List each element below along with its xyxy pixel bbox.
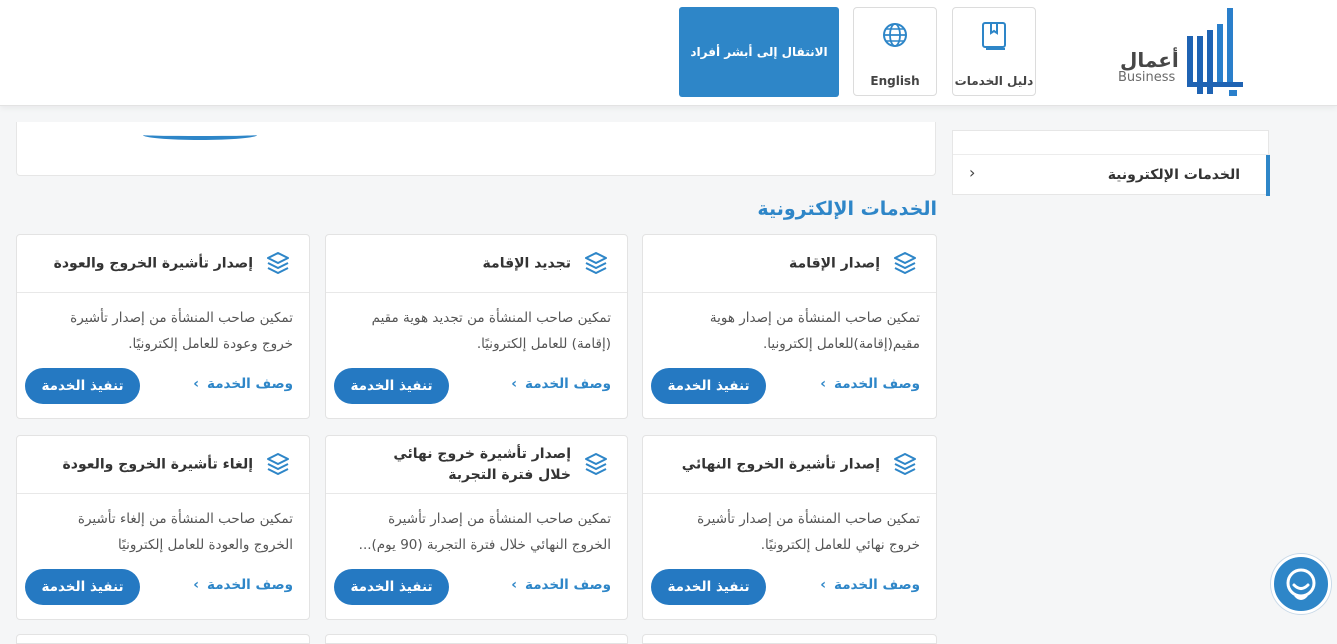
link-label: وصف الخدمة [834,376,920,392]
services-guide-label: دليل الخدمات [954,74,1034,88]
card-title: إلغاء تأشيرة الخروج والعودة [62,456,254,472]
absher-business-logo[interactable]: أعمال Business [1117,8,1247,96]
section-title: الخدمات الإلكترونية [757,198,937,220]
card-description-line: تمكين صاحب المنشأة من تجديد هوية مقيم [371,310,611,326]
layers-icon [894,453,916,475]
card-header: إلغاء تأشيرة الخروج والعودة [17,436,309,494]
logo-arabic-text: أعمال [1120,48,1179,72]
partial-button[interactable] [143,130,257,140]
link-label: وصف الخدمة [525,577,611,593]
card-description-line: مقيم(إقامة)للعامل إلكترونيا. [763,336,920,352]
card-description: تمكين صاحب المنشأة من إصدار تأشيرة خروج … [29,305,293,357]
service-description-link[interactable]: وصف الخدمة › [820,577,920,593]
chevron-left-icon: › [193,376,200,392]
card-description-line: خروج وعودة للعامل إلكترونيًا. [128,336,293,352]
card-title: إصدار تأشيرة الخروج النهائي [681,456,880,472]
card-description-line: تمكين صاحب المنشأة من إصدار تأشيرة [388,511,611,527]
chevron-left-icon: › [511,376,518,392]
card-description-line: تمكين صاحب المنشأة من إصدار هوية [709,310,920,326]
card-header: إصدار تأشيرة الخروج النهائي [643,436,936,494]
logo-english-text: Business [1118,70,1176,85]
book-icon [982,22,1006,50]
execute-service-button[interactable]: تنفيذ الخدمة [651,368,766,404]
service-card-issue-iqama: إصدار الإقامة تمكين صاحب المنشأة من إصدا… [642,234,937,419]
execute-service-button[interactable]: تنفيذ الخدمة [25,368,140,404]
service-description-link[interactable]: وصف الخدمة › [511,376,611,392]
layers-icon [585,453,607,475]
service-card-exit-reentry-visa: إصدار تأشيرة الخروج والعودة تمكين صاحب ا… [16,234,310,419]
card-description: تمكين صاحب المنشأة من تجديد هوية مقيم (إ… [338,305,611,357]
card-description-line: تمكين صاحب المنشأة من إصدار تأشيرة [697,511,920,527]
card-description-line: الخروج والعودة للعامل إلكترونيًا [117,537,293,553]
service-card-final-exit-probation: إصدار تأشيرة خروج نهائي خلال فترة التجرب… [325,435,628,620]
top-header: أعمال Business دليل الخدمات English الان… [0,0,1337,106]
card-header: تجديد الإقامة [326,235,627,293]
service-card-renew-iqama: تجديد الإقامة تمكين صاحب المنشأة من تجدي… [325,234,628,419]
service-card-cancel-exit-reentry: إلغاء تأشيرة الخروج والعودة تمكين صاحب ا… [16,435,310,620]
absher-logo-mark [1187,8,1243,96]
chat-support-icon [1286,568,1316,600]
sidebar-item-e-services[interactable]: الخدمات الإلكترونية ‹ [953,155,1270,196]
link-label: وصف الخدمة [834,577,920,593]
chat-support-button[interactable] [1271,554,1331,614]
chevron-left-icon: › [193,577,200,593]
execute-service-button[interactable]: تنفيذ الخدمة [25,569,140,605]
layers-icon [894,252,916,274]
execute-service-button[interactable]: تنفيذ الخدمة [334,569,449,605]
card-header: إصدار تأشيرة خروج نهائي خلال فترة التجرب… [326,436,627,494]
go-to-absher-individuals-button[interactable]: الانتقال إلى أبشر أفراد [679,7,839,97]
card-description-line: (إقامة) للعامل إلكترونيًا. [476,336,611,352]
card-description: تمكين صاحب المنشأة من إصدار تأشيرة خروج … [655,506,920,558]
service-card-final-exit-visa: إصدار تأشيرة الخروج النهائي تمكين صاحب ا… [642,435,937,620]
globe-icon [883,23,907,47]
sidebar-item-previous[interactable]: — [953,131,1270,155]
service-card-partial [16,634,310,644]
layers-icon [267,252,289,274]
execute-service-button[interactable]: تنفيذ الخدمة [651,569,766,605]
service-description-link[interactable]: وصف الخدمة › [193,376,293,392]
card-title: إصدار الإقامة [789,255,880,271]
card-description-line: خروج نهائي للعامل إلكترونيًا. [760,537,920,553]
language-label: English [870,74,920,88]
link-label: وصف الخدمة [525,376,611,392]
link-label: وصف الخدمة [207,376,293,392]
service-description-link[interactable]: وصف الخدمة › [511,577,611,593]
card-description: تمكين صاحب المنشأة من إصدار هوية مقيم(إق… [655,305,920,357]
card-description: تمكين صاحب المنشأة من إصدار تأشيرة الخرو… [338,506,611,558]
chevron-left-icon: ‹ [969,163,976,182]
chevron-left-icon: › [820,577,827,593]
card-header: إصدار الإقامة [643,235,936,293]
card-title: إصدار تأشيرة الخروج والعودة [53,255,253,271]
card-description-line: تمكين صاحب المنشأة من إصدار تأشيرة [70,310,293,326]
layers-icon [267,453,289,475]
card-description-line: الخروج النهائي خلال فترة التجربة (90 يوم… [358,537,611,553]
service-card-partial [325,634,628,644]
card-description: تمكين صاحب المنشأة من إلغاء تأشيرة الخرو… [29,506,293,558]
sidebar-item-label: الخدمات الإلكترونية [1107,167,1240,183]
link-label: وصف الخدمة [207,577,293,593]
card-title: تجديد الإقامة [482,255,571,271]
service-card-partial [642,634,937,644]
language-switch-button[interactable]: English [853,7,937,96]
services-guide-button[interactable]: دليل الخدمات [952,7,1036,96]
service-description-link[interactable]: وصف الخدمة › [820,376,920,392]
service-description-link[interactable]: وصف الخدمة › [193,577,293,593]
card-description-line: تمكين صاحب المنشأة من إلغاء تأشيرة [77,511,293,527]
card-header: إصدار تأشيرة الخروج والعودة [17,235,309,293]
chevron-left-icon: › [511,577,518,593]
layers-icon [585,252,607,274]
execute-service-button[interactable]: تنفيذ الخدمة [334,368,449,404]
chevron-left-icon: › [820,376,827,392]
sidebar-menu: — الخدمات الإلكترونية ‹ [952,130,1270,196]
previous-section-panel [16,122,936,176]
card-title: إصدار تأشيرة خروج نهائي خلال فترة التجرب… [393,445,571,483]
